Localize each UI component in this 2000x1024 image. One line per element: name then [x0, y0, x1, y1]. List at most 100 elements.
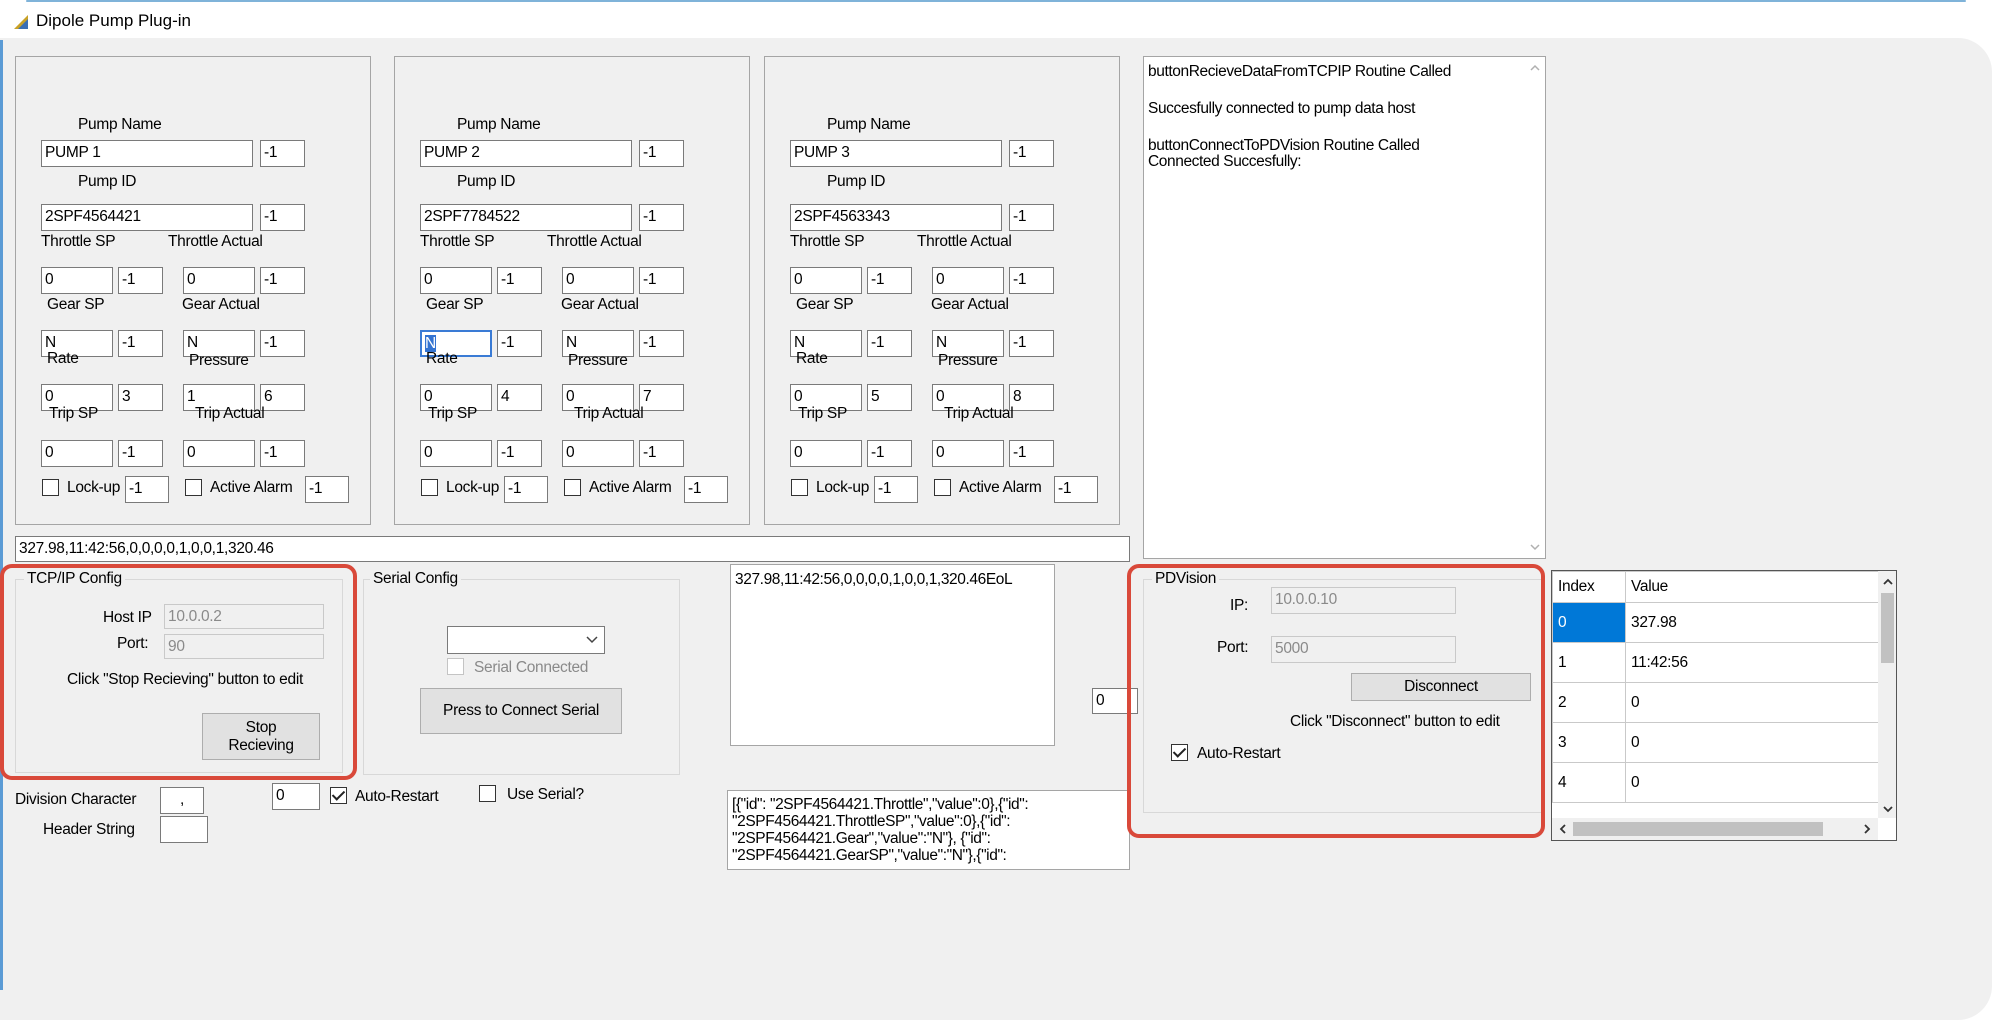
trip-actual-input[interactable]: 0 [562, 440, 634, 467]
grid-vertical-scrollbar[interactable] [1878, 571, 1896, 818]
pump-name-input[interactable]: PUMP 3 [790, 140, 1002, 167]
pump-name-index[interactable]: -1 [639, 140, 684, 167]
raw-data-eol-box[interactable]: 327.98,11:42:56,0,0,0,0,1,0,0,1,320.46Eo… [730, 564, 1055, 746]
lockup-checkbox[interactable] [421, 479, 438, 496]
trip-actual-index[interactable]: -1 [1009, 440, 1054, 467]
lockup-checkbox[interactable] [791, 479, 808, 496]
pump-id-index[interactable]: -1 [260, 204, 305, 231]
throttle-sp-index[interactable]: -1 [497, 267, 542, 294]
pump-name-index[interactable]: -1 [1009, 140, 1054, 167]
pump-name-input[interactable]: PUMP 2 [420, 140, 632, 167]
pump-id-input[interactable]: 2SPF4564421 [41, 204, 253, 231]
trip-sp-index[interactable]: -1 [867, 440, 912, 467]
log-output[interactable]: buttonRecieveDataFromTCPIP Routine Calle… [1143, 56, 1546, 559]
trip-sp-input[interactable]: 0 [420, 440, 492, 467]
log-scrollbar[interactable] [1525, 57, 1545, 558]
active-alarm-index[interactable]: -1 [305, 476, 349, 503]
grid-cell-value[interactable]: 0 [1625, 722, 1879, 763]
pump-id-input[interactable]: 2SPF4563343 [790, 204, 1002, 231]
throttle-sp-input[interactable]: 0 [790, 267, 862, 294]
trip-actual-input[interactable]: 0 [932, 440, 1004, 467]
trip-sp-input[interactable]: 0 [41, 440, 113, 467]
header-string-input[interactable] [160, 816, 208, 843]
index-value-grid[interactable]: Index Value 0 327.98 1 11:42:56 20 30 40 [1551, 570, 1897, 841]
throttle-actual-index[interactable]: -1 [260, 267, 305, 294]
pump-id-input[interactable]: 2SPF7784522 [420, 204, 632, 231]
lockup-index[interactable]: -1 [125, 476, 169, 503]
gear-sp-index[interactable]: -1 [497, 330, 542, 357]
gear-actual-index[interactable]: -1 [1009, 330, 1054, 357]
json-preview-box[interactable]: [{"id": "2SPF4564421.Throttle","value":0… [727, 790, 1130, 870]
division-character-input[interactable]: , [160, 787, 204, 814]
trip-sp-index[interactable]: -1 [497, 440, 542, 467]
auto-restart-value-input[interactable]: 0 [272, 783, 320, 810]
rate-index[interactable]: 3 [118, 384, 163, 411]
active-alarm-index[interactable]: -1 [1054, 476, 1098, 503]
active-alarm-checkbox[interactable] [564, 479, 581, 496]
table-row[interactable]: 40 [1552, 762, 1879, 803]
trip-actual-index[interactable]: -1 [260, 440, 305, 467]
table-row[interactable]: 20 [1552, 682, 1879, 723]
pressure-index[interactable]: 6 [260, 384, 305, 411]
trip-actual-index[interactable]: -1 [639, 440, 684, 467]
grid-cell-value[interactable]: 327.98 [1625, 602, 1879, 643]
gear-sp-index[interactable]: -1 [118, 330, 163, 357]
throttle-actual-index[interactable]: -1 [639, 267, 684, 294]
throttle-sp-index[interactable]: -1 [118, 267, 163, 294]
pump-id-index[interactable]: -1 [639, 204, 684, 231]
pump-name-index[interactable]: -1 [260, 140, 305, 167]
grid-cell-index[interactable]: 3 [1552, 722, 1626, 763]
scroll-up-icon[interactable] [1529, 63, 1541, 73]
pressure-index[interactable]: 7 [639, 384, 684, 411]
grid-cell-index[interactable]: 4 [1552, 762, 1626, 803]
grid-cell-index[interactable]: 1 [1552, 642, 1626, 683]
grid-horizontal-thumb[interactable] [1573, 822, 1823, 836]
grid-cell-index[interactable]: 0 [1552, 602, 1626, 643]
throttle-actual-index[interactable]: -1 [1009, 267, 1054, 294]
raw-data-field[interactable]: 327.98,11:42:56,0,0,0,0,1,0,0,1,320.46 [15, 536, 1130, 562]
pressure-index[interactable]: 8 [1009, 384, 1054, 411]
lockup-index[interactable]: -1 [874, 476, 918, 503]
active-alarm-checkbox[interactable] [934, 479, 951, 496]
gear-sp-index[interactable]: -1 [867, 330, 912, 357]
grid-cell-index[interactable]: 2 [1552, 682, 1626, 723]
grid-header-index[interactable]: Index [1552, 571, 1626, 603]
throttle-actual-input[interactable]: 0 [183, 267, 255, 294]
throttle-sp-index[interactable]: -1 [867, 267, 912, 294]
grid-horizontal-scrollbar[interactable] [1552, 818, 1878, 840]
serial-port-select[interactable] [447, 626, 605, 654]
rate-index[interactable]: 5 [867, 384, 912, 411]
table-row[interactable]: 1 11:42:56 [1552, 642, 1879, 683]
scroll-down-icon[interactable] [1529, 542, 1541, 552]
trip-sp-index[interactable]: -1 [118, 440, 163, 467]
pump-id-index[interactable]: -1 [1009, 204, 1054, 231]
scroll-left-icon[interactable] [1558, 823, 1568, 835]
lockup-index[interactable]: -1 [504, 476, 548, 503]
grid-cell-value[interactable]: 11:42:56 [1625, 642, 1879, 683]
grid-header-value[interactable]: Value [1625, 571, 1879, 603]
grid-vertical-thumb[interactable] [1881, 593, 1894, 663]
throttle-actual-input[interactable]: 0 [562, 267, 634, 294]
table-row[interactable]: 0 327.98 [1552, 602, 1879, 643]
throttle-actual-input[interactable]: 0 [932, 267, 1004, 294]
gear-actual-index[interactable]: -1 [260, 330, 305, 357]
scroll-right-icon[interactable] [1862, 823, 1872, 835]
throttle-sp-input[interactable]: 0 [420, 267, 492, 294]
throttle-sp-input[interactable]: 0 [41, 267, 113, 294]
pump-name-input[interactable]: PUMP 1 [41, 140, 253, 167]
scroll-down-icon[interactable] [1882, 804, 1894, 814]
gear-actual-index[interactable]: -1 [639, 330, 684, 357]
connect-serial-button[interactable]: Press to Connect Serial [420, 688, 622, 734]
trip-sp-input[interactable]: 0 [790, 440, 862, 467]
grid-cell-value[interactable]: 0 [1625, 682, 1879, 723]
active-alarm-index[interactable]: -1 [684, 476, 728, 503]
grid-cell-value[interactable]: 0 [1625, 762, 1879, 803]
lockup-checkbox[interactable] [42, 479, 59, 496]
use-serial-checkbox[interactable] [479, 785, 496, 802]
auto-restart-checkbox[interactable] [330, 787, 347, 804]
rate-index[interactable]: 4 [497, 384, 542, 411]
trip-actual-input[interactable]: 0 [183, 440, 255, 467]
scroll-up-icon[interactable] [1882, 577, 1894, 587]
table-row[interactable]: 30 [1552, 722, 1879, 763]
active-alarm-checkbox[interactable] [185, 479, 202, 496]
